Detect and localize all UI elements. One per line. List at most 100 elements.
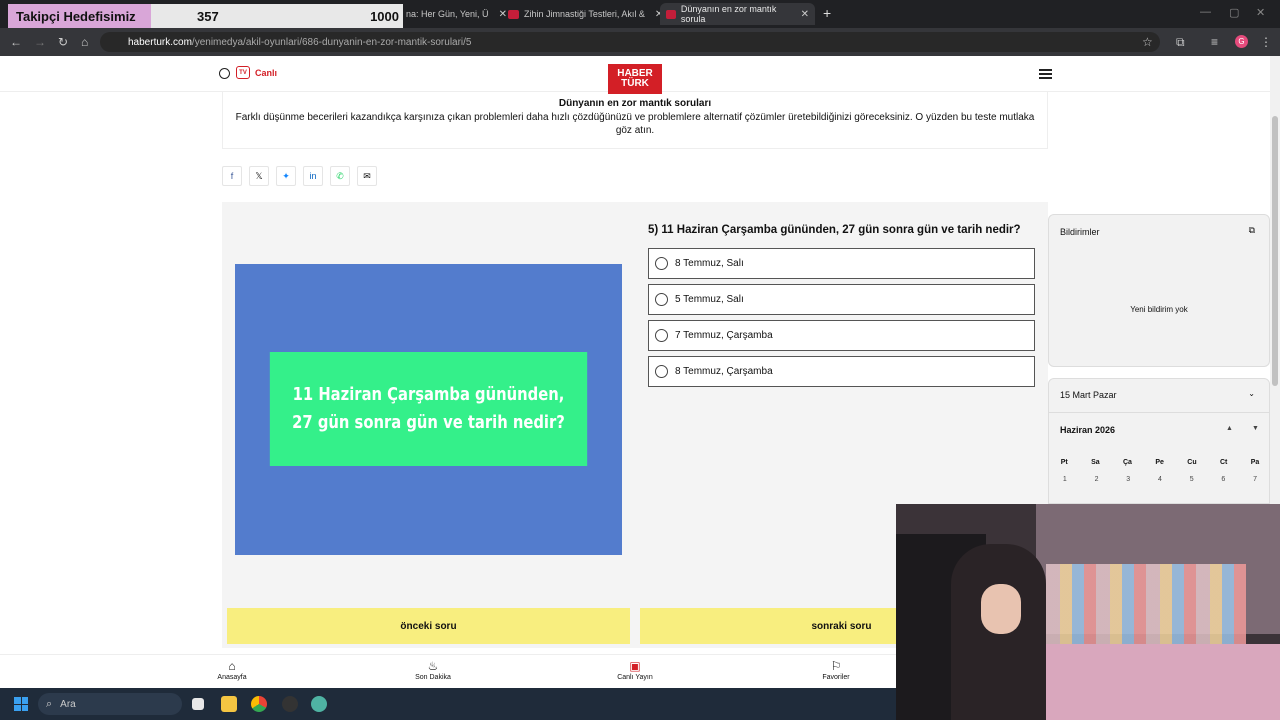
linkedin-share-icon[interactable]: in [303, 166, 323, 186]
haberturk-favicon-icon [508, 9, 519, 19]
new-tab-icon[interactable]: + [823, 5, 831, 21]
chevron-down-icon[interactable]: ⌄ [1248, 389, 1255, 398]
chrome-icon[interactable] [251, 696, 267, 712]
calendar-day[interactable]: 4 [1158, 476, 1162, 483]
bluesky-share-icon[interactable]: ✦ [276, 166, 296, 186]
scrollbar-thumb[interactable] [1272, 116, 1278, 386]
task-view-icon[interactable] [192, 698, 204, 710]
webcam-desk [1006, 644, 1280, 720]
windows-start-icon[interactable] [14, 697, 28, 711]
calendar-day[interactable]: 5 [1190, 476, 1194, 483]
browser-tab[interactable]: na: Her Gün, Yeni, Ü ✕ [400, 3, 513, 25]
home-icon[interactable]: ⌂ [81, 35, 88, 49]
weekday-row: Pt Sa Ça Pe Cu Ct Pa [1049, 459, 1271, 466]
menu-kebab-icon[interactable]: ⋮ [1260, 35, 1272, 49]
close-icon[interactable]: ✕ [801, 9, 809, 20]
weekday: Pe [1155, 459, 1164, 466]
day-number-row: 1 2 3 4 5 6 7 [1049, 476, 1271, 483]
nav-label: Favoriler [822, 674, 850, 681]
app-icon[interactable] [311, 696, 327, 712]
flame-icon: ♨ [427, 659, 439, 673]
notification-settings-icon[interactable]: ⧉ [1249, 225, 1255, 236]
nav-favorites[interactable]: ⚐ Favoriler [801, 659, 871, 681]
nav-live-stream[interactable]: ▣ Canlı Yayın [600, 659, 670, 681]
answer-option[interactable]: 7 Temmuz, Çarşamba [648, 320, 1035, 351]
nav-home[interactable]: ⌂ Anasayfa [197, 659, 267, 681]
calendar-day[interactable]: 6 [1221, 476, 1225, 483]
answer-label: 5 Temmuz, Salı [675, 294, 744, 305]
tv-icon[interactable]: TV [236, 66, 250, 79]
answer-option[interactable]: 8 Temmuz, Salı [648, 248, 1035, 279]
address-bar[interactable]: haberturk.com/yenimedya/akil-oyunlari/68… [100, 32, 1160, 52]
profile-avatar[interactable]: G [1235, 35, 1248, 48]
browser-tab[interactable]: Zihin Jimnastiği Testleri, Akıl & ✕ [502, 3, 669, 25]
whatsapp-share-icon[interactable]: ✆ [330, 166, 350, 186]
calendar-day[interactable]: 1 [1063, 476, 1067, 483]
tv-icon: ▣ [629, 659, 641, 673]
weekday: Sa [1091, 459, 1100, 466]
maximize-icon[interactable]: ▢ [1229, 6, 1239, 19]
x-share-icon[interactable]: 𝕏 [249, 166, 269, 186]
browser-tab-active[interactable]: Dünyanın en zor mantık sorula ✕ [660, 3, 815, 25]
taskbar-search[interactable]: ⌕ Ara [38, 693, 182, 715]
answer-label: 7 Temmuz, Çarşamba [675, 330, 773, 341]
previous-question-button[interactable]: önceki soru [227, 608, 630, 644]
webcam-shelf [1046, 564, 1246, 644]
minimize-icon[interactable]: — [1200, 6, 1211, 18]
live-link[interactable]: Canlı [255, 68, 277, 78]
follower-current: 357 [197, 8, 219, 24]
calendar-day[interactable]: 2 [1095, 476, 1099, 483]
image-text-line: 27 gün sonra gün ve tarih nedir? [292, 412, 565, 433]
tab-title: na: Her Gün, Yeni, Ü [406, 9, 489, 19]
url-path: /yenimedya/akil-oyunlari/686-dunyanin-en… [191, 36, 472, 48]
radio-icon[interactable] [655, 293, 668, 306]
file-explorer-icon[interactable] [221, 696, 237, 712]
site-header: TV Canlı HABER TÜRK [0, 56, 1270, 94]
obs-icon[interactable] [282, 696, 298, 712]
bookmark-icon: ⚐ [830, 659, 842, 673]
weekday: Cu [1187, 459, 1197, 466]
radio-icon[interactable] [655, 329, 668, 342]
notifications-title: Bildirimler [1060, 227, 1100, 237]
nav-breaking-news[interactable]: ♨ Son Dakika [398, 659, 468, 681]
reading-list-icon[interactable]: ≡ [1211, 35, 1218, 49]
radio-icon[interactable] [655, 257, 668, 270]
bookmark-star-icon[interactable]: ☆ [1142, 35, 1153, 49]
search-icon: ⌕ [46, 697, 53, 710]
next-month-icon[interactable]: ▼ [1252, 425, 1259, 432]
facebook-share-icon[interactable]: f [222, 166, 242, 186]
webcam-face [981, 584, 1021, 634]
calendar-day[interactable]: 7 [1253, 476, 1257, 483]
answer-option[interactable]: 5 Temmuz, Salı [648, 284, 1035, 315]
search-icon[interactable] [219, 68, 230, 79]
reload-icon[interactable]: ↻ [58, 35, 68, 49]
weekday: Pt [1060, 459, 1068, 466]
follower-goal: 1000 [370, 8, 399, 24]
nav-label: Canlı Yayın [617, 674, 653, 681]
logo-bottom-text: TÜRK [621, 78, 649, 89]
answer-label: 8 Temmuz, Çarşamba [675, 366, 773, 377]
taskbar-search-placeholder: Ara [60, 698, 76, 710]
haberturk-logo[interactable]: HABER TÜRK [608, 64, 662, 94]
calendar-date: 15 Mart Pazar [1060, 390, 1117, 400]
back-icon[interactable]: ← [10, 35, 22, 49]
weekday: Ça [1123, 459, 1132, 466]
comment-share-icon[interactable]: ✉ [357, 166, 377, 186]
previous-month-icon[interactable]: ▲ [1226, 425, 1233, 432]
article-intro: Dünyanın en zor mantık soruları Farklı d… [222, 92, 1048, 149]
haberturk-favicon-icon [666, 9, 676, 19]
extensions-icon[interactable]: ⧉ [1176, 35, 1185, 50]
radio-icon[interactable] [655, 365, 668, 378]
article-title: Dünyanın en zor mantık soruları [558, 98, 712, 109]
hamburger-menu-icon[interactable] [1039, 69, 1052, 81]
calendar-day[interactable]: 3 [1126, 476, 1130, 483]
window-close-icon[interactable]: ✕ [1256, 6, 1265, 19]
weekday: Ct [1219, 459, 1228, 466]
article-description: Farklı düşünme becerileri kazandıkça kar… [235, 112, 1035, 136]
forward-icon[interactable]: → [34, 35, 46, 49]
answer-option[interactable]: 8 Temmuz, Çarşamba [648, 356, 1035, 387]
question-image-text: 11 Haziran Çarşamba gününden, 27 gün son… [269, 352, 588, 466]
follower-goal-label: Takipçi Hedefisimiz [8, 4, 151, 28]
tab-title: Zihin Jimnastiği Testleri, Akıl & [524, 9, 645, 19]
webcam-overlay [896, 504, 1280, 720]
